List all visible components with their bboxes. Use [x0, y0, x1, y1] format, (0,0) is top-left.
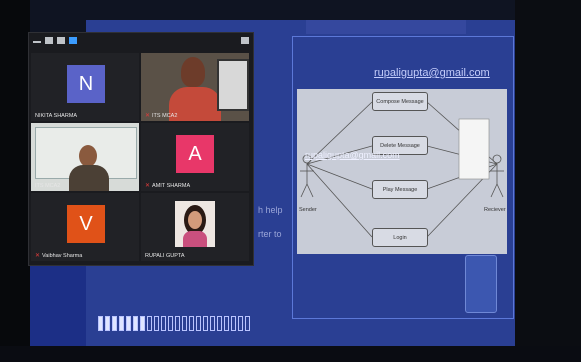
video-feed-body [69, 165, 109, 191]
participant-tile-6[interactable]: RUPALI GUPTA [141, 193, 249, 261]
progress-segment [217, 316, 222, 331]
progress-segment [203, 316, 208, 331]
progress-segment [98, 316, 103, 331]
avatar-n: N [67, 65, 105, 103]
progress-segment [161, 316, 166, 331]
thumbnail-view-icon[interactable] [57, 37, 65, 44]
profile-photo-body [183, 231, 207, 247]
progress-segment [196, 316, 201, 331]
muted-mic-icon: ✕ [145, 183, 151, 189]
progress-segment [238, 316, 243, 331]
gallery-view-icon[interactable] [69, 37, 77, 44]
participant-name: RUPALI GUPTA [145, 253, 185, 259]
wall-decoration [217, 59, 249, 111]
gallery-toolbar [29, 33, 253, 51]
participant-name: NIKITA SHARMA [35, 113, 78, 119]
minimize-icon[interactable] [33, 41, 41, 43]
dark-frame-bottom [0, 346, 581, 362]
phone-shape [465, 255, 497, 313]
email-mid: rupaligupta@gmail.com [305, 150, 400, 160]
slide-banner [306, 20, 466, 34]
dark-frame-right [515, 0, 581, 362]
diagram-box: Compose Message Delete Message Play Mess… [297, 89, 507, 254]
progress-segment [126, 316, 131, 331]
progress-segment [168, 316, 173, 331]
avatar-a: A [176, 135, 214, 173]
participant-name: ✕ ITS MCA2 [145, 113, 178, 119]
progress-segment [182, 316, 187, 331]
use-case-login: Login [372, 228, 428, 247]
participant-tile-5[interactable]: V ✕ Vaibhav Sharma [31, 193, 139, 261]
participant-tile-3[interactable]: ITS MCA2 [31, 123, 139, 191]
progress-segment [210, 316, 215, 331]
video-feed [181, 57, 205, 87]
progress-segment [105, 316, 110, 331]
muted-mic-icon: ✕ [35, 253, 41, 259]
participant-tile-4[interactable]: A ✕ AMIT SHARMA [141, 123, 249, 191]
video-gallery-panel: N NIKITA SHARMA ✕ ITS MCA2 ITS MCA2 A ✕ AM… [28, 32, 254, 266]
exit-fullscreen-icon[interactable] [241, 37, 249, 44]
slide-text-help: h help [258, 205, 283, 215]
video-feed [79, 145, 97, 167]
slide-progress [98, 316, 250, 331]
avatar-v: V [67, 205, 105, 243]
progress-segment [147, 316, 152, 331]
email-top: rupaligupta@gmail.com [374, 67, 490, 79]
actor-sender: Sender [299, 207, 317, 213]
participant-name: ITS MCA2 [35, 183, 61, 189]
dark-frame-left [0, 0, 30, 362]
progress-segment [140, 316, 145, 331]
actor-reciever: Reciever [484, 207, 506, 213]
participant-tile-2[interactable]: ✕ ITS MCA2 [141, 53, 249, 121]
profile-photo [175, 201, 215, 247]
progress-segment [119, 316, 124, 331]
progress-segment [245, 316, 250, 331]
progress-segment [224, 316, 229, 331]
participant-name: ✕ Vaibhav Sharma [35, 253, 83, 259]
profile-photo-face [188, 211, 202, 229]
muted-mic-icon: ✕ [145, 113, 151, 119]
speaker-view-icon[interactable] [45, 37, 53, 44]
progress-segment [231, 316, 236, 331]
use-case-play: Play Message [372, 180, 428, 199]
progress-segment [189, 316, 194, 331]
progress-segment [133, 316, 138, 331]
progress-segment [154, 316, 159, 331]
participant-tile-1[interactable]: N NIKITA SHARMA [31, 53, 139, 121]
slide-text-rter: rter to [258, 229, 282, 239]
use-case-compose: Compose Message [372, 92, 428, 111]
progress-segment [175, 316, 180, 331]
participant-name: ✕ AMIT SHARMA [145, 183, 191, 189]
progress-segment [112, 316, 117, 331]
